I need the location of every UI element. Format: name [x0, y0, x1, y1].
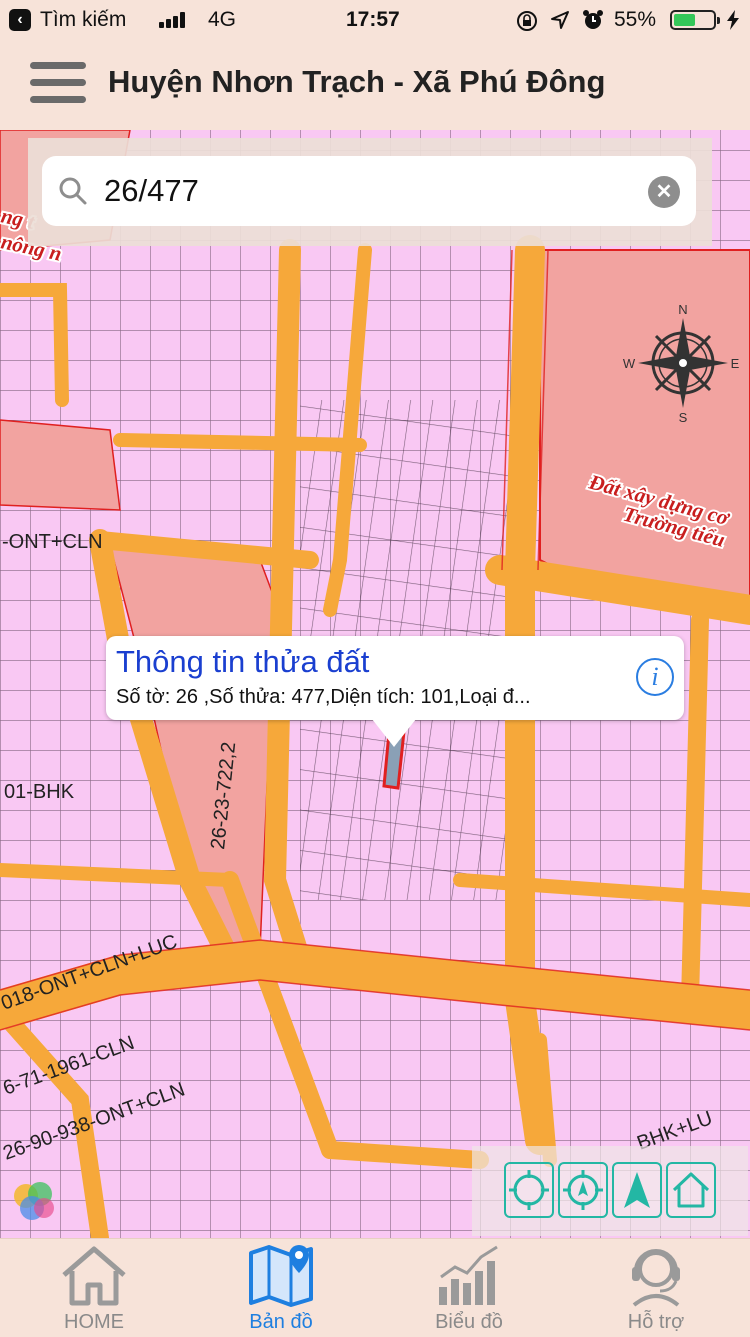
map-label-ont-cln: -ONT+CLN [2, 531, 103, 553]
navigation-arrow-icon [624, 1172, 650, 1208]
alarm-icon [583, 10, 603, 29]
tab-home[interactable]: HOME [19, 1239, 169, 1337]
layers-icon[interactable] [10, 1178, 58, 1226]
home-extent-button[interactable] [666, 1162, 716, 1218]
compass-e: E [731, 356, 740, 371]
tab-chart-label: Biểu đồ [435, 1311, 503, 1333]
search-panel: ✕ [28, 138, 712, 246]
compass-n: N [678, 302, 687, 317]
parcel-info-popup[interactable]: Thông tin thửa đất Số tờ: 26 ,Số thửa: 4… [106, 636, 684, 720]
signal-icon [159, 12, 189, 28]
status-bar: ‹ Tìm kiếm 4G 17:57 55% [0, 0, 750, 40]
tracking-button[interactable] [558, 1162, 608, 1218]
tab-support[interactable]: Hỗ trợ [581, 1239, 731, 1337]
compass-track-icon [563, 1170, 603, 1210]
public-land-left [0, 419, 121, 511]
tab-chart[interactable]: Biểu đồ [394, 1239, 544, 1337]
chart-icon [439, 1245, 498, 1305]
clock: 17:57 [346, 8, 400, 31]
bottom-tab-bar: HOME Bản đồ Biểu đồ Hỗ trợ [0, 1238, 750, 1337]
compass-rose-icon: N S E W [623, 302, 740, 425]
home-outline-icon [672, 1172, 710, 1208]
popup-subtitle: Số tờ: 26 ,Số thửa: 477,Diện tích: 101,L… [116, 686, 531, 708]
map-icon [249, 1245, 313, 1307]
back-arrow-icon[interactable]: ‹ [9, 9, 31, 31]
popup-pointer [372, 719, 416, 747]
tab-map[interactable]: Bản đồ [206, 1239, 356, 1337]
compass-s: S [679, 410, 688, 425]
map-label-bhk: 01-BHK [4, 781, 75, 803]
home-icon [62, 1246, 126, 1306]
tab-map-label: Bản đồ [249, 1311, 313, 1333]
search-icon [59, 177, 87, 205]
target-icon [509, 1170, 549, 1210]
north-button[interactable] [612, 1162, 662, 1218]
battery-icon [670, 10, 720, 30]
page-title: Huyện Nhơn Trạch - Xã Phú Đông [108, 64, 606, 99]
locate-button[interactable] [504, 1162, 554, 1218]
map-tools-panel [472, 1146, 748, 1236]
tab-home-label: HOME [64, 1311, 124, 1333]
compass-w: W [623, 356, 636, 371]
battery-percent: 55% [614, 8, 657, 31]
hamburger-menu-icon[interactable] [30, 62, 90, 106]
search-input[interactable] [102, 170, 626, 212]
network-type: 4G [208, 8, 237, 31]
search-box[interactable]: ✕ [42, 156, 696, 226]
charging-bolt-icon [727, 10, 739, 30]
support-icon [632, 1249, 680, 1307]
location-arrow-icon [551, 11, 569, 29]
clear-search-icon[interactable]: ✕ [648, 176, 680, 208]
rotation-lock-icon [517, 11, 537, 31]
app-header: Huyện Nhơn Trạch - Xã Phú Đông [0, 40, 750, 130]
back-to-app-label[interactable]: Tìm kiếm [40, 8, 126, 32]
popup-title: Thông tin thửa đất [116, 644, 370, 679]
info-icon[interactable]: i [636, 658, 674, 696]
tab-support-label: Hỗ trợ [627, 1311, 685, 1333]
